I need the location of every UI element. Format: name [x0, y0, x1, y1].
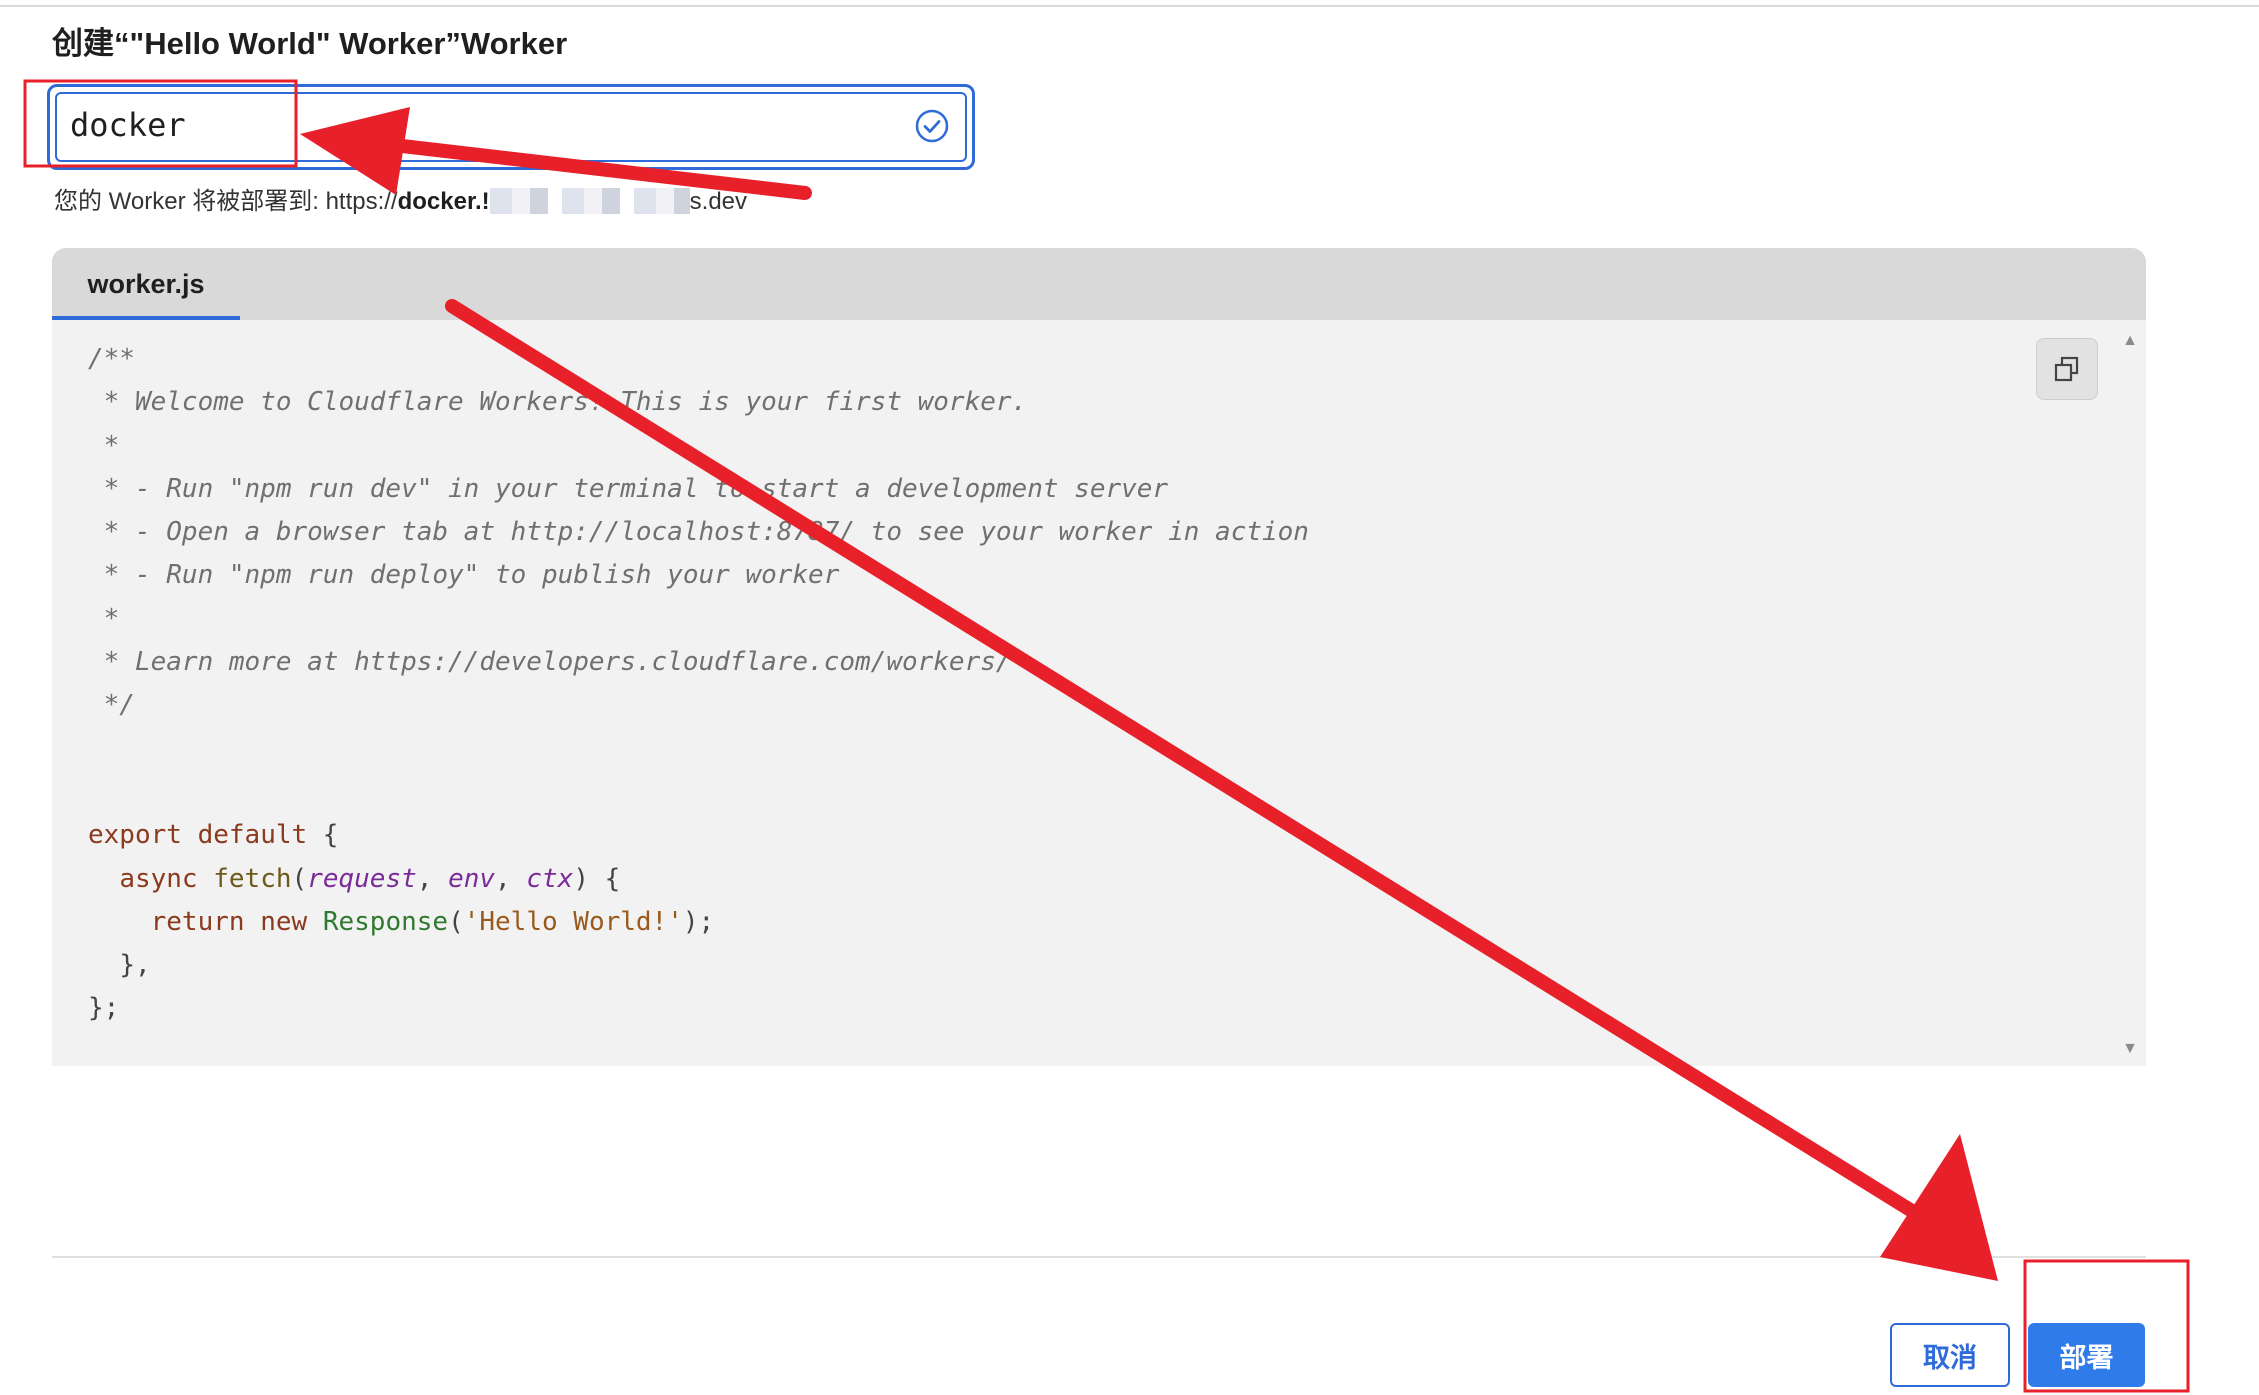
code-line: * - Open a browser tab at http://localho…	[88, 517, 1309, 548]
code-token: },	[119, 950, 151, 981]
code-line-export: export default {	[88, 814, 1309, 857]
editor-tab-bar: worker.js	[52, 248, 2146, 320]
code-line: */	[88, 690, 135, 721]
code-token: ctx	[526, 863, 574, 894]
code-token: request	[307, 863, 417, 894]
worker-name-field[interactable]	[47, 84, 975, 170]
deploy-url-prefix: 您的 Worker 将被部署到: https://	[54, 188, 398, 215]
code-line: /**	[88, 344, 135, 374]
code-token: 'Hello World!'	[463, 906, 683, 937]
deploy-url-hint: 您的 Worker 将被部署到: https://docker.! s.dev	[54, 181, 747, 216]
code-token: default	[197, 820, 308, 851]
code-editor: worker.js /** * Welcome to Cloudflare Wo…	[52, 248, 2146, 1066]
code-line-close-outer: };	[88, 987, 1309, 1030]
code-token: return	[150, 906, 245, 937]
deploy-button[interactable]: 部署	[2028, 1323, 2145, 1387]
scroll-up-arrow-icon[interactable]: ▲	[2122, 332, 2138, 350]
top-divider	[0, 5, 2259, 7]
copy-code-button[interactable]	[2036, 338, 2098, 400]
code-line: * Learn more at https://developers.cloud…	[88, 647, 1012, 678]
scroll-down-arrow-icon[interactable]: ▼	[2122, 1040, 2138, 1058]
footer-divider	[52, 1256, 2146, 1258]
code-line-close-inner: },	[88, 944, 1309, 987]
check-circle-icon	[915, 109, 949, 143]
code-line: *	[88, 603, 120, 634]
deploy-url-host: docker.!	[397, 188, 490, 215]
page-title: 创建“"Hello World" Worker”Worker	[52, 26, 568, 61]
code-line: * - Run "npm run dev" in your terminal t…	[88, 473, 1169, 504]
code-line: * - Run "npm run deploy" to publish your…	[88, 560, 840, 591]
code-token: };	[88, 993, 120, 1024]
redacted-subdomain	[489, 188, 690, 214]
code-token: Response	[322, 906, 449, 937]
worker-name-input[interactable]	[70, 103, 870, 147]
copy-icon	[2054, 356, 2079, 382]
cancel-button[interactable]: 取消	[1890, 1323, 2010, 1387]
code-token: fetch	[213, 863, 292, 894]
code-token: new	[260, 906, 308, 937]
code-line: * Welcome to Cloudflare Workers! This is…	[88, 387, 1028, 418]
code-token: export	[88, 820, 182, 851]
code-token: async	[119, 863, 198, 894]
code-line-return: return new Response('Hello World!');	[150, 906, 715, 937]
code-area[interactable]: /** * Welcome to Cloudflare Workers! Thi…	[52, 320, 2146, 1066]
code-content: /** * Welcome to Cloudflare Workers! Thi…	[88, 338, 1309, 1031]
code-token: {	[307, 820, 339, 851]
code-line-fetch: async fetch(request, env, ctx) {	[119, 863, 621, 894]
deploy-url-suffix: s.dev	[689, 188, 748, 215]
tab-worker-js[interactable]: worker.js	[52, 248, 240, 320]
code-token: env	[448, 863, 496, 894]
code-line: *	[88, 430, 120, 461]
